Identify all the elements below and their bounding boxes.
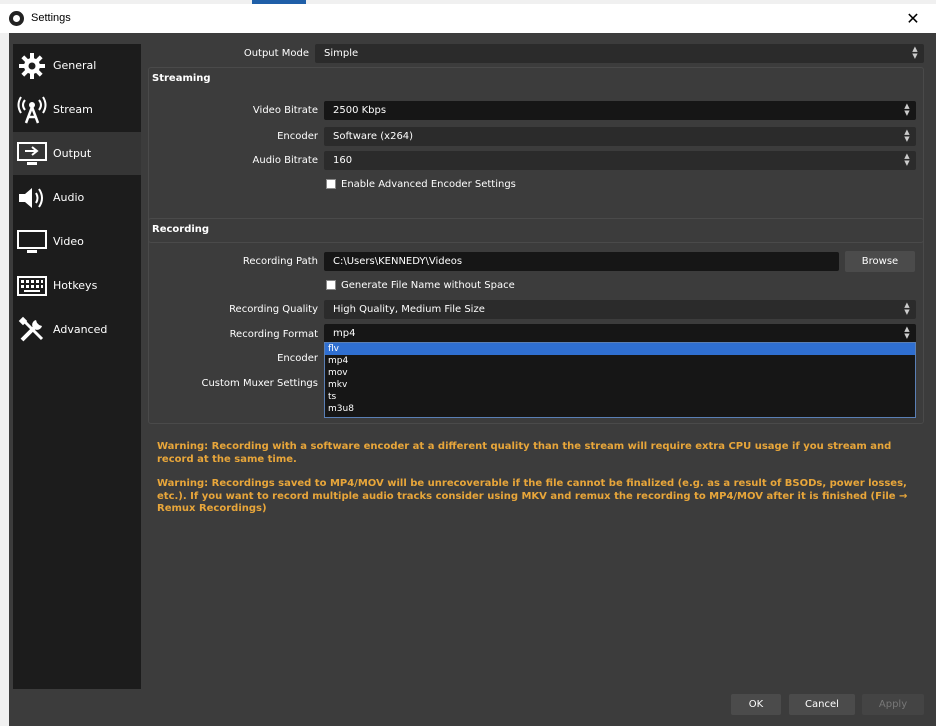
recording-format-value: mp4 <box>333 328 356 339</box>
recording-encoder-label: Encoder <box>277 353 318 364</box>
format-option-flv[interactable]: flv <box>325 343 915 355</box>
sidebar-item-audio[interactable]: Audio <box>13 176 141 219</box>
sidebar-item-label: Advanced <box>53 323 108 336</box>
recording-quality-value: High Quality, Medium File Size <box>333 304 485 315</box>
format-option-mp4[interactable]: mp4 <box>325 355 915 367</box>
sidebar-item-label: Stream <box>53 103 93 116</box>
encoder-label: Encoder <box>277 131 318 142</box>
sidebar-item-label: Output <box>53 147 92 160</box>
settings-window: General Stream Output Audio Video Hotkey… <box>0 33 936 726</box>
audio-bitrate-select[interactable]: 160 ▲ ▼ <box>324 151 916 170</box>
advanced-encoder-label[interactable]: Enable Advanced Encoder Settings <box>341 179 516 190</box>
sidebar: General Stream Output Audio Video Hotkey… <box>13 44 141 689</box>
stream-encoder-value: Software (x264) <box>333 131 414 142</box>
advanced-encoder-checkbox[interactable] <box>326 179 336 189</box>
updown-arrows-icon: ▲ ▼ <box>912 45 918 60</box>
mp4-warning: Warning: Recordings saved to MP4/MOV wil… <box>157 478 908 514</box>
format-option-mkv[interactable]: mkv <box>325 379 915 391</box>
close-icon[interactable]: ✕ <box>890 4 936 33</box>
sidebar-item-hotkeys[interactable]: Hotkeys <box>13 264 141 307</box>
monitor-icon <box>17 227 47 257</box>
ok-button[interactable]: OK <box>731 694 781 715</box>
no-space-label[interactable]: Generate File Name without Space <box>341 280 515 291</box>
updown-arrows-icon: ▲ ▼ <box>904 325 910 340</box>
window-left-edge <box>0 33 9 726</box>
audio-bitrate-label: Audio Bitrate <box>252 155 318 166</box>
audio-bitrate-value: 160 <box>333 155 353 166</box>
video-bitrate-input[interactable]: 2500 Kbps ▲ ▼ <box>324 101 916 120</box>
stream-encoder-select[interactable]: Software (x264) ▲ ▼ <box>324 127 916 146</box>
keyboard-icon <box>17 271 47 301</box>
updown-arrows-icon: ▲ ▼ <box>904 128 910 143</box>
updown-arrows-icon: ▲ ▼ <box>904 152 910 167</box>
broadcast-icon <box>17 95 47 125</box>
software-encoder-warning: Warning: Recording with a software encod… <box>157 441 892 465</box>
sidebar-item-stream[interactable]: Stream <box>13 88 141 131</box>
title-bar: Settings ✕ <box>0 4 936 33</box>
streaming-group-title: Streaming <box>152 73 211 84</box>
recording-quality-select[interactable]: High Quality, Medium File Size ▲ ▼ <box>324 300 916 319</box>
tools-icon <box>17 315 47 345</box>
custom-muxer-label: Custom Muxer Settings <box>201 378 318 389</box>
recording-path-label: Recording Path <box>242 256 318 267</box>
window-title: Settings <box>31 12 71 24</box>
format-option-mov[interactable]: mov <box>325 367 915 379</box>
recording-path-value: C:\Users\KENNEDY\Videos <box>333 256 463 267</box>
browse-button[interactable]: Browse <box>845 251 915 272</box>
no-space-checkbox[interactable] <box>326 280 336 290</box>
recording-format-label: Recording Format <box>229 329 318 340</box>
sidebar-item-video[interactable]: Video <box>13 220 141 263</box>
recording-quality-label: Recording Quality <box>229 304 318 315</box>
sidebar-item-label: Video <box>53 235 84 248</box>
updown-arrows-icon: ▲ ▼ <box>904 301 910 316</box>
output-mode-select[interactable]: Simple ▲ ▼ <box>315 44 924 63</box>
obs-logo-icon <box>9 11 24 26</box>
recording-path-input[interactable]: C:\Users\KENNEDY\Videos <box>324 252 839 271</box>
sidebar-item-label: Audio <box>53 191 85 204</box>
recording-group-title: Recording <box>152 224 210 235</box>
format-option-ts[interactable]: ts <box>325 391 915 403</box>
speaker-icon <box>17 183 47 213</box>
sidebar-item-label: Hotkeys <box>53 279 98 292</box>
recording-format-select[interactable]: mp4 ▲ ▼ <box>324 324 916 343</box>
cancel-button[interactable]: Cancel <box>789 694 855 715</box>
video-bitrate-label: Video Bitrate <box>252 105 318 116</box>
format-option-m3u8[interactable]: m3u8 <box>325 403 915 415</box>
monitor-output-icon <box>17 139 47 169</box>
apply-button[interactable]: Apply <box>862 694 924 715</box>
sidebar-item-output[interactable]: Output <box>13 132 141 175</box>
video-bitrate-value: 2500 Kbps <box>333 105 387 116</box>
gear-icon <box>17 51 47 81</box>
spinner-arrows-icon[interactable]: ▲ ▼ <box>902 103 912 118</box>
sidebar-item-label: General <box>53 59 97 72</box>
output-mode-value: Simple <box>324 48 359 59</box>
output-mode-label: Output Mode <box>243 48 309 59</box>
recording-format-dropdown: flv mp4 mov mkv ts m3u8 <box>324 342 916 418</box>
sidebar-item-advanced[interactable]: Advanced <box>13 308 141 351</box>
sidebar-item-general[interactable]: General <box>13 44 141 87</box>
